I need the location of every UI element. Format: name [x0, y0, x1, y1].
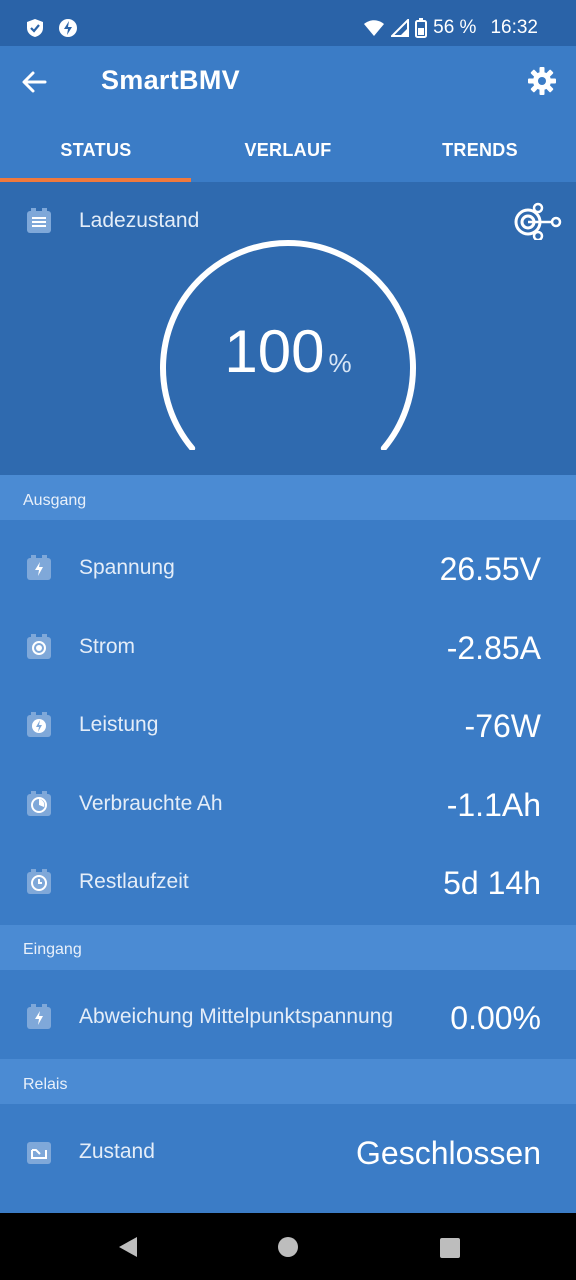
- clock-time: 16:32: [490, 17, 538, 38]
- row-label: Restlaufzeit: [79, 870, 189, 893]
- tab-verlauf[interactable]: VERLAUF: [192, 118, 384, 182]
- row-strom[interactable]: Strom -2.85A: [0, 608, 576, 686]
- battery-status-icon: [415, 18, 428, 38]
- row-leistung[interactable]: Leistung -76W: [0, 686, 576, 764]
- system-nav-bar: [0, 1213, 576, 1280]
- row-value: -76W: [464, 708, 541, 744]
- battery-percent: 56 %: [433, 17, 477, 38]
- row-zustand[interactable]: Zustand Geschlossen: [0, 1113, 576, 1191]
- relay-icon: [27, 1142, 51, 1164]
- gear-icon[interactable]: [527, 66, 557, 96]
- battery-bolt-icon: [27, 555, 51, 580]
- row-value: -2.85A: [446, 630, 541, 666]
- status-bar: 56 % 16:32: [0, 0, 576, 46]
- row-value: 26.55V: [439, 551, 541, 587]
- row-spannung[interactable]: Spannung 26.55V: [0, 529, 576, 607]
- tab-bar: STATUS VERLAUF TRENDS: [0, 118, 576, 182]
- state-of-charge-panel: Ladezustand 100%: [0, 182, 576, 475]
- bluetooth-connection-icon[interactable]: [512, 200, 562, 240]
- gauge-value: 100%: [0, 317, 576, 386]
- row-label: Zustand: [79, 1140, 155, 1163]
- section-header-label: Ausgang: [23, 492, 87, 509]
- section-header-label: Eingang: [23, 941, 82, 958]
- battery-clock-icon: [27, 869, 51, 894]
- list-icon[interactable]: [25, 207, 53, 235]
- gauge-number: 100: [224, 318, 325, 385]
- row-abweichung[interactable]: Abweichung Mittelpunktspannung 0.00%: [0, 978, 576, 1056]
- app-bar: SmartBMV: [0, 46, 576, 118]
- nav-recents-icon[interactable]: [439, 1237, 461, 1259]
- shield-icon: [27, 19, 43, 37]
- section-header-output: Ausgang: [0, 475, 576, 520]
- row-label: Verbrauchte Ah: [79, 792, 223, 815]
- nav-home-icon[interactable]: [277, 1236, 299, 1258]
- row-value: -1.1Ah: [446, 787, 541, 823]
- row-value: 0.00%: [450, 1000, 541, 1036]
- battery-bolt-icon: [27, 1004, 51, 1029]
- flash-circle-icon: [59, 19, 77, 37]
- section-header-label: Relais: [23, 1076, 68, 1093]
- tab-trends[interactable]: TRENDS: [384, 118, 576, 182]
- section-header-relay: Relais: [0, 1059, 576, 1104]
- battery-power-icon: [27, 712, 51, 737]
- gauge-unit: %: [328, 348, 352, 378]
- section-header-input: Eingang: [0, 925, 576, 970]
- wifi-icon: [364, 20, 385, 36]
- app-title: SmartBMV: [101, 65, 240, 95]
- row-restlaufzeit[interactable]: Restlaufzeit 5d 14h: [0, 843, 576, 921]
- battery-target-icon: [27, 634, 51, 659]
- battery-consumption-icon: [27, 791, 51, 816]
- row-value: Geschlossen: [356, 1135, 541, 1171]
- row-verbrauchte-ah[interactable]: Verbrauchte Ah -1.1Ah: [0, 765, 576, 843]
- row-label: Spannung: [79, 556, 175, 579]
- back-arrow-icon[interactable]: [20, 68, 48, 96]
- tab-status[interactable]: STATUS: [0, 118, 192, 182]
- row-label: Abweichung Mittelpunktspannung: [79, 1005, 394, 1028]
- row-label: Leistung: [79, 713, 159, 736]
- row-label: Strom: [79, 635, 136, 658]
- row-value: 5d 14h: [443, 865, 541, 901]
- signal-icon: [391, 19, 410, 37]
- nav-back-icon[interactable]: [117, 1236, 139, 1258]
